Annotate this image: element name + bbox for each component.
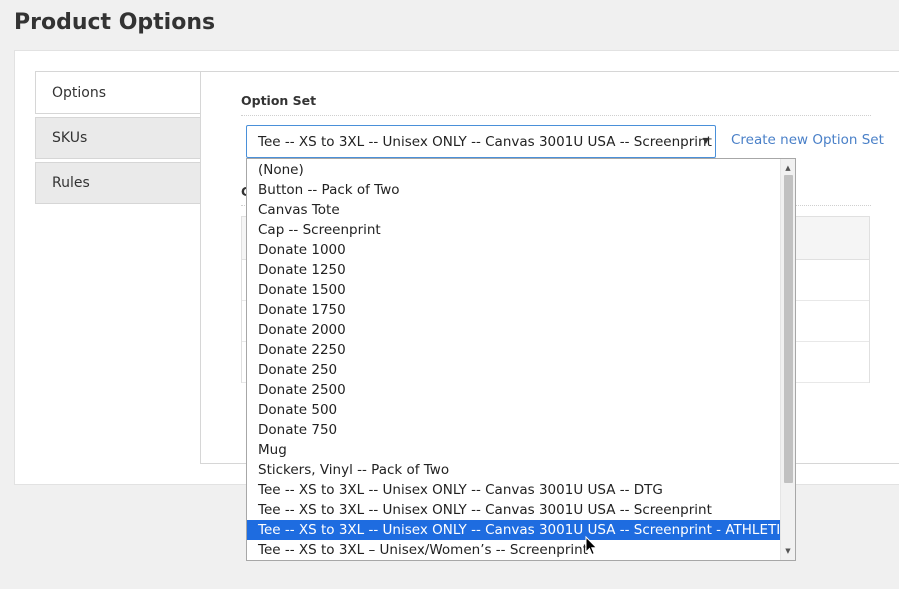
dropdown-option[interactable]: Tee -- XS to 3XL -- Unisex ONLY -- Canva… xyxy=(247,520,781,540)
scrollbar-thumb[interactable] xyxy=(784,175,793,483)
dropdown-scrollbar[interactable]: ▲ ▼ xyxy=(780,159,795,560)
dropdown-option[interactable]: Donate 250 xyxy=(247,360,781,380)
tab-rules[interactable]: Rules xyxy=(35,162,201,204)
dropdown-option[interactable]: (None) xyxy=(247,160,781,180)
dropdown-option[interactable]: Donate 1500 xyxy=(247,280,781,300)
dropdown-option[interactable]: Donate 1250 xyxy=(247,260,781,280)
dropdown-option[interactable]: Mug xyxy=(247,440,781,460)
select-value: Tee -- XS to 3XL -- Unisex ONLY -- Canva… xyxy=(258,133,712,150)
option-set-label: Option Set xyxy=(241,93,317,108)
dropdown-option[interactable]: Button -- Pack of Two xyxy=(247,180,781,200)
scroll-down-icon[interactable]: ▼ xyxy=(781,544,795,558)
tab-label: SKUs xyxy=(52,130,88,146)
scroll-up-icon[interactable]: ▲ xyxy=(781,161,795,175)
dropdown-option[interactable]: Donate 1000 xyxy=(247,240,781,260)
option-set-dropdown-list: (None) Button -- Pack of Two Canvas Tote Ca… xyxy=(246,158,796,561)
page-title: Product Options xyxy=(14,10,216,35)
dropdown-option[interactable]: Donate 2500 xyxy=(247,380,781,400)
dropdown-option[interactable]: Donate 1750 xyxy=(247,300,781,320)
dropdown-options: (None) Button -- Pack of Two Canvas Tote Ca… xyxy=(247,160,781,560)
tab-options[interactable]: Options xyxy=(35,71,201,114)
mouse-cursor-icon xyxy=(585,536,598,556)
dropdown-option[interactable]: Tee -- XS to 3XL -- Unisex ONLY -- Canva… xyxy=(247,480,781,500)
dropdown-option[interactable]: Tee -- XS to 3XL -- Unisex ONLY -- Canva… xyxy=(247,500,781,520)
dropdown-option[interactable]: Stickers, Vinyl -- Pack of Two xyxy=(247,460,781,480)
dropdown-arrow-icon: ▼ xyxy=(702,136,709,145)
option-set-select[interactable]: Tee -- XS to 3XL -- Unisex ONLY -- Canva… xyxy=(246,125,716,158)
vertical-tabs: Options SKUs Rules xyxy=(35,71,201,207)
dropdown-option[interactable]: Donate 2250 xyxy=(247,340,781,360)
dropdown-option[interactable]: Cap -- Screenprint xyxy=(247,220,781,240)
tab-skus[interactable]: SKUs xyxy=(35,117,201,159)
dropdown-option[interactable]: Donate 500 xyxy=(247,400,781,420)
tab-label: Rules xyxy=(52,175,90,191)
dropdown-option[interactable]: Donate 2000 xyxy=(247,320,781,340)
dropdown-option[interactable]: Donate 750 xyxy=(247,420,781,440)
divider xyxy=(241,115,871,116)
dropdown-option[interactable]: Canvas Tote xyxy=(247,200,781,220)
dropdown-option[interactable]: Tee -- XS to 3XL – Unisex/Women’s -- Scr… xyxy=(247,540,781,560)
create-option-set-link[interactable]: Create new Option Set xyxy=(731,132,884,148)
tab-label: Options xyxy=(52,84,107,101)
